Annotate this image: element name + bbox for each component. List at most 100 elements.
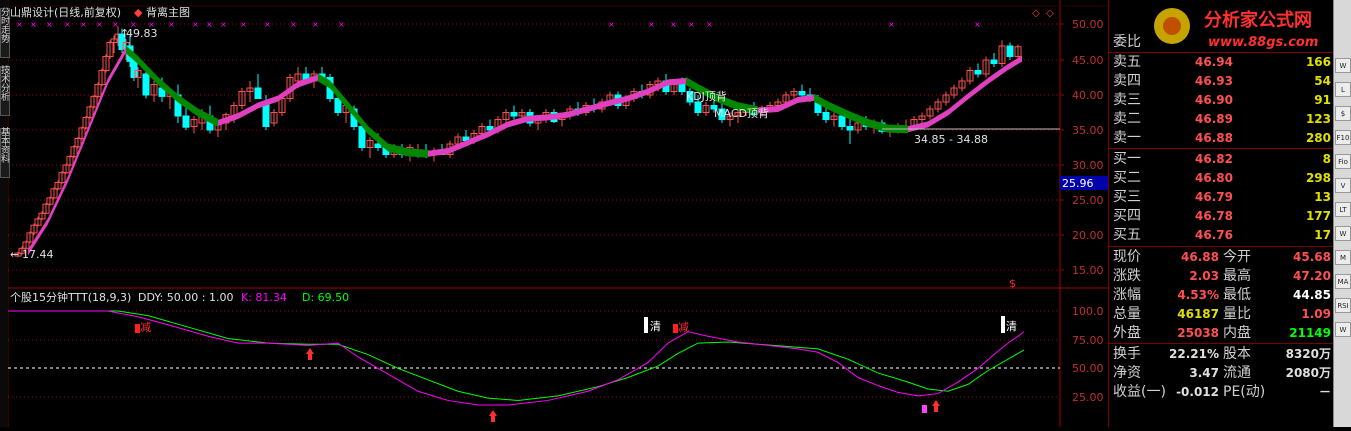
candle-body [182, 115, 190, 128]
sell-level-label: 卖四 [1113, 73, 1141, 89]
buy-level-price: 46.80 [1195, 171, 1233, 185]
buy-arrow-icon [306, 348, 314, 360]
y-tick-label: 50.00 [1072, 18, 1104, 31]
candle-body [510, 112, 518, 117]
clear-signal-bar [644, 317, 648, 333]
sell-level-volume: 123 [1305, 112, 1331, 126]
stat-row: 涨幅 4.53% 最低 44.85 [1109, 286, 1334, 305]
stat-row: 总量 46187 量比 1.09 [1109, 305, 1334, 324]
fundamental-row: 净资 3.47 流通 2080万 [1109, 364, 1334, 383]
fundamental-label: 净资 [1113, 365, 1141, 381]
y-tick-label: 25.00 [1072, 194, 1104, 207]
marker-x: × [64, 20, 71, 29]
sell-level-volume: 54 [1314, 74, 1331, 88]
current-price-label: 25.96 [1062, 177, 1094, 190]
marker-x: × [338, 20, 345, 29]
fundamental-value: 2080万 [1285, 366, 1331, 380]
toolbar-button[interactable]: MA [1335, 274, 1351, 289]
k-value-label: K: 81.34 [241, 291, 287, 304]
buy-arrow-icon [489, 410, 497, 422]
sub-y-tick-label: 75.00 [1072, 334, 1104, 347]
buy-level-label: 买五 [1113, 227, 1141, 243]
d-value-label: D: 69.50 [302, 291, 349, 304]
ma-band-segment [868, 119, 888, 133]
commission-ratio-row: 委比 [1109, 33, 1334, 52]
toolbar-button[interactable]: RSI [1335, 298, 1351, 313]
ma-band-segment [948, 93, 968, 116]
sub-y-tick-label: 100.0 [1072, 305, 1104, 318]
stat-row: 现价 46.88 今开 45.68 [1109, 248, 1334, 267]
sell-level-label: 卖三 [1113, 92, 1141, 108]
marker-x: × [16, 20, 23, 29]
candle-body [846, 126, 854, 131]
toolbar-button[interactable]: Fio [1335, 154, 1351, 169]
ma-band-segment [508, 115, 528, 128]
toolbar-button[interactable]: M [1335, 250, 1351, 265]
buy-level-volume: 298 [1305, 171, 1331, 185]
marker-x: × [46, 20, 53, 29]
sell-level-volume: 166 [1305, 55, 1331, 69]
candle-body [130, 59, 138, 78]
marker-x: × [888, 20, 895, 29]
marker-x: × [206, 20, 213, 29]
stat-value: 2.03 [1189, 269, 1219, 283]
buy-level-label: 买二 [1113, 170, 1141, 186]
stat-value: 4.53% [1177, 288, 1219, 302]
stat-value: 47.20 [1293, 269, 1331, 283]
buy-level-row: 买二 46.80 298 [1109, 169, 1334, 188]
marker-x: × [608, 20, 615, 29]
marker-x: × [80, 20, 87, 29]
stat-value: 1.09 [1301, 307, 1331, 321]
toolbar-button[interactable]: W [1335, 58, 1351, 73]
toolbar-button[interactable]: W [1335, 322, 1351, 337]
marker-x: × [240, 20, 247, 29]
stat-value: 45.68 [1293, 250, 1331, 264]
fundamental-value: 8320万 [1285, 347, 1331, 361]
buy-signal-marker [922, 405, 927, 413]
sell-level-row: 卖三 46.90 91 [1109, 91, 1334, 110]
toolbar-button[interactable]: $ [1335, 106, 1351, 121]
toolbar-button[interactable]: LT [1335, 202, 1351, 217]
sell-level-price: 46.93 [1195, 74, 1233, 88]
sell-level-label: 卖五 [1113, 54, 1141, 70]
sell-level-volume: 91 [1314, 93, 1331, 107]
buy-level-price: 46.78 [1195, 209, 1233, 223]
ddy-label: DDY: 50.00 : 1.00 [138, 291, 233, 304]
sell-level-row: 卖五 46.94 166 [1109, 53, 1334, 72]
main-grid [8, 23, 1060, 271]
indicator-icon: ◆ [134, 6, 143, 19]
ma-band-segment [238, 102, 258, 119]
high-price-label: 49.83 [126, 27, 158, 40]
toolbar-button[interactable]: F10 [1335, 130, 1351, 145]
low-price-label: 17.44 [22, 248, 54, 261]
fundamental-label: 换手 [1113, 346, 1141, 362]
candle-body [822, 112, 830, 120]
candle-body [694, 101, 702, 113]
signal-reduce-2: 减 [678, 321, 689, 334]
high-arrow-icon: ↑ [120, 27, 129, 40]
toolbar-button[interactable]: W [1335, 226, 1351, 241]
marker-x: × [220, 20, 227, 29]
stat-value: 21149 [1289, 326, 1331, 340]
chart-close-icon: ◇ [1046, 8, 1054, 19]
candle-body [974, 70, 982, 75]
chart-area[interactable]: 山鼎设计(日线,前复权) ◆ 背离主图 ◇ ◇ × × × × × × × × × × × × × × × ×… [8, 0, 1108, 427]
marker-x: × [688, 20, 695, 29]
buy-level-label: 买一 [1113, 151, 1141, 167]
buy-level-price: 46.79 [1195, 190, 1233, 204]
right-toolbar: W L $ F10 Fio V LT W M MA RSI W [1333, 0, 1351, 427]
toolbar-button[interactable]: L [1335, 82, 1351, 97]
ma-band-segment [628, 88, 648, 102]
clear-signal-bar [1001, 316, 1005, 333]
buy-level-row: 买四 46.78 177 [1109, 207, 1334, 226]
price-chart[interactable]: 山鼎设计(日线,前复权) ◆ 背离主图 ◇ ◇ × × × × × × × × × × × × × × × ×… [8, 0, 1108, 427]
main-y-axis: 50.00 45.00 40.00 35.00 30.00 25.00 20.00 15.00 [1060, 18, 1104, 277]
sell-level-price: 46.94 [1195, 55, 1233, 69]
buy-arrow-icon [932, 400, 940, 412]
sub-y-axis: 100.0 75.00 50.00 25.00 [1072, 305, 1104, 404]
ma-band-segment [588, 100, 608, 112]
toolbar-button[interactable]: V [1335, 178, 1351, 193]
range-label: 34.85 - 34.88 [914, 133, 988, 146]
chart-settings-icon: ◇ [1032, 8, 1040, 19]
low-arrow-icon: ← [10, 248, 19, 261]
